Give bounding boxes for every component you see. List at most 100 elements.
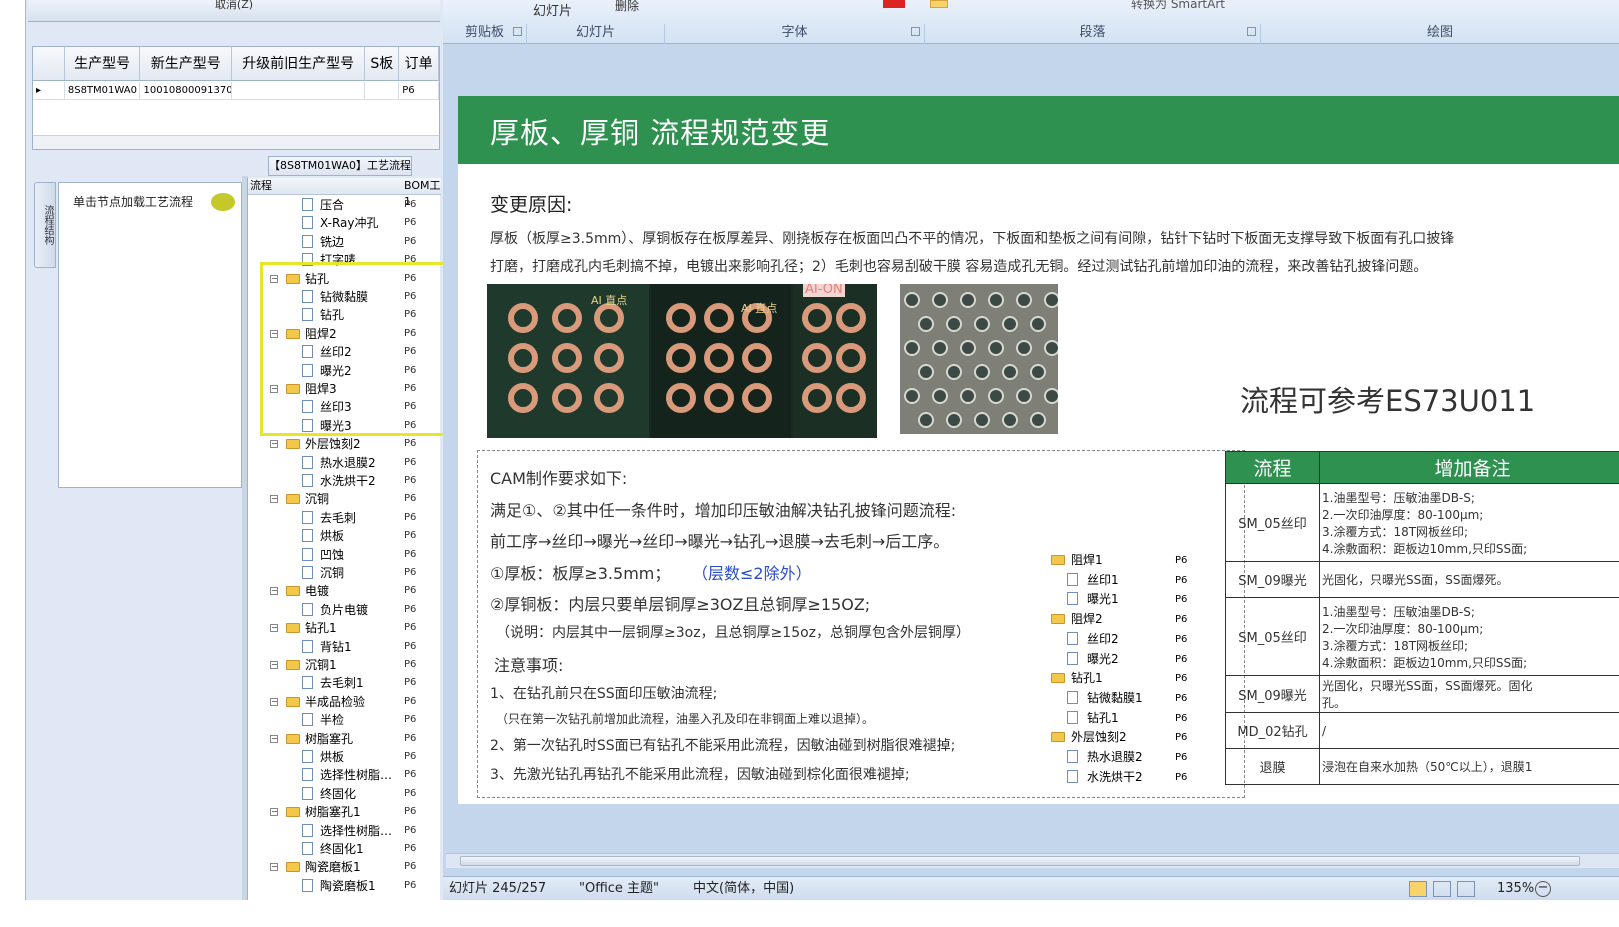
cam-line[interactable]: （说明：内层其中一层铜厚≥3oz，且总铜厚≥15oz，总铜厚包含外层铜厚） xyxy=(496,622,970,642)
tree-item[interactable]: 压合 P6 xyxy=(248,196,441,214)
tree-item[interactable]: − 沉铜1 P6 xyxy=(248,656,441,674)
collapse-toggle-icon[interactable]: − xyxy=(270,495,278,504)
table-row[interactable]: SM_09曝光 光固化，只曝光SS面，SS面爆死。 xyxy=(1225,561,1619,598)
tree-item[interactable]: 烘板 P6 xyxy=(248,527,441,545)
tree-item[interactable]: − 半成品检验 P6 xyxy=(248,693,441,711)
reason-text-line[interactable]: 打磨，打磨成孔内毛刺搞不掉，电镀出来影响孔径；2）毛刺也容易刮破干膜 容易造成孔… xyxy=(490,256,1427,276)
collapse-toggle-icon[interactable]: − xyxy=(270,734,278,743)
theme-name[interactable]: "Office 主题" xyxy=(579,878,659,900)
tree-item[interactable]: 烘板 P6 xyxy=(248,748,441,766)
note-line[interactable]: （只在第一次钻孔前增加此流程，油墨入孔及印在非铜面上难以退掉）。 xyxy=(496,710,874,727)
notes-title[interactable]: 注意事项: xyxy=(494,652,563,676)
tree-item[interactable]: − 电镀 P6 xyxy=(248,582,441,600)
scrollbar-thumb[interactable] xyxy=(460,856,1580,866)
tree-item[interactable]: 半检 P6 xyxy=(248,711,441,729)
table-row[interactable]: SM_05丝印 1.油墨型号：压敏油墨DB-S; 2.一次印油厚度：80-100µm… xyxy=(1225,597,1619,676)
slide-canvas[interactable]: 厚板、厚铜 流程规范变更 变更原因: 厚板（板厚≥3.5mm）、厚铜板存在板厚差… xyxy=(458,96,1619,804)
language-indicator[interactable]: 中文(简体，中国) xyxy=(693,878,794,900)
font-color-icon[interactable] xyxy=(883,0,905,8)
collapse-toggle-icon[interactable]: − xyxy=(270,624,278,633)
document-icon xyxy=(302,547,313,561)
table-row[interactable]: MD_02钻孔 / xyxy=(1225,712,1619,749)
mini-tree-item: 阻焊2 P6 xyxy=(1033,610,1208,630)
dialog-launcher-icon[interactable] xyxy=(513,27,522,36)
mini-process-tree-image[interactable]: 阻焊1 P6 丝印1 P6 曝光1 P6 阻焊2 P6 丝印2 P6 曝光2 P6 钻孔1 P6 钻微黏膜1… xyxy=(1033,551,1203,793)
convert-smartart-button[interactable]: 转换为 SmartArt xyxy=(1131,0,1225,12)
delete-slide-button[interactable]: 删除 xyxy=(615,0,639,14)
note-line[interactable]: 2、第一次钻孔时SS面已有钻孔不能采用此流程，因敏油碰到树脂很难褪掉; xyxy=(490,735,955,755)
collapse-toggle-icon[interactable]: − xyxy=(270,808,278,817)
drill-hole-photo[interactable]: AI 直点 AI 直点 AI-ON xyxy=(487,284,877,438)
cam-line[interactable]: ①厚板：板厚≥3.5mm； xyxy=(490,560,670,584)
node-hint-text: 单击节点加载工艺流程 xyxy=(73,195,194,209)
collapse-toggle-icon[interactable]: − xyxy=(270,440,278,449)
tree-item[interactable]: 铣边 P6 xyxy=(248,233,441,251)
tree-item[interactable]: 热水退膜2 P6 xyxy=(248,454,441,472)
tree-header-flow[interactable]: 流程 xyxy=(250,178,272,194)
note-line: 2.一次印油厚度：80-100µm; xyxy=(1322,621,1484,636)
tree-item[interactable]: − 沉铜 P6 xyxy=(248,490,441,508)
table-row[interactable]: 退膜 浸泡在自来水加热（50℃以上），退膜1 xyxy=(1225,748,1619,785)
new-slide-button[interactable]: 幻灯片 xyxy=(533,0,572,19)
slide-sorter-icon[interactable] xyxy=(1433,881,1451,897)
tree-item[interactable]: 水洗烘干2 P6 xyxy=(248,472,441,490)
tree-item[interactable]: 去毛刺1 P6 xyxy=(248,674,441,692)
collapse-toggle-icon[interactable]: − xyxy=(270,863,278,872)
normal-view-icon[interactable] xyxy=(1409,881,1427,897)
tree-item[interactable]: − 外层蚀刻2 P6 xyxy=(248,435,441,453)
zoom-out-icon[interactable]: − xyxy=(1535,881,1551,897)
tree-item[interactable]: 终固化 P6 xyxy=(248,785,441,803)
collapse-toggle-icon[interactable]: − xyxy=(270,697,278,706)
tree-item[interactable]: 沉铜 P6 xyxy=(248,564,441,582)
cam-line[interactable]: 满足①、②其中任一条件时，增加印压敏油解决钻孔披锋问题流程: xyxy=(490,497,956,521)
table-row[interactable]: SM_09曝光 光固化，只曝光SS面，SS面爆死。固化 孔。 xyxy=(1225,675,1619,713)
tree-item[interactable]: − 树脂塞孔1 P6 xyxy=(248,803,441,821)
tab-process-flow[interactable]: 【8S8TM01WA0】工艺流程 xyxy=(268,156,412,176)
grid-column-header[interactable]: 新生产型号 xyxy=(140,47,233,80)
cam-line[interactable]: 前工序→丝印→曝光→丝印→曝光→钻孔→退膜→去毛刺→后工序。 xyxy=(490,528,949,552)
collapse-toggle-icon[interactable]: − xyxy=(270,661,278,669)
table-row[interactable]: SM_05丝印 1.油墨型号：压敏油墨DB-S; 2.一次印油厚度：80-100µm… xyxy=(1225,483,1619,562)
tree-item[interactable]: − 陶瓷磨板1 P6 xyxy=(248,858,441,876)
reason-text-line[interactable]: 厚板（板厚≥3.5mm）、厚铜板存在板厚差异、刚挠板存在板面凹凸不平的情况，下板… xyxy=(490,228,1454,248)
drilled-panel-photo[interactable] xyxy=(900,284,1058,434)
tree-item[interactable]: 去毛刺 P6 xyxy=(248,509,441,527)
grid-column-header[interactable]: S板 xyxy=(365,47,400,80)
slide-title[interactable]: 厚板、厚铜 流程规范变更 xyxy=(490,110,830,152)
grid-column-header[interactable]: 升级前旧生产型号 xyxy=(232,47,366,80)
tree-item[interactable]: X-Ray冲孔 P6 xyxy=(248,214,441,232)
grid-horizontal-scrollbar[interactable] xyxy=(33,135,439,149)
table-row[interactable]: ▸ 8S8TM01WA0 10010800091370 P6 xyxy=(33,82,440,100)
cancel-button[interactable]: 取消(Z) xyxy=(28,0,440,22)
grid-column-header[interactable]: 订单 xyxy=(399,47,439,80)
dialog-launcher-icon[interactable] xyxy=(1247,27,1256,36)
process-notes-table[interactable]: 流程 增加备注 SM_05丝印 1.油墨型号：压敏油墨DB-S; 2.一次印油厚度：… xyxy=(1225,451,1619,785)
tree-item[interactable]: 负片电镀 P6 xyxy=(248,601,441,619)
tree-item[interactable]: − 树脂塞孔 P6 xyxy=(248,730,441,748)
slideshow-icon[interactable] xyxy=(1457,881,1475,897)
zoom-level[interactable]: 135% xyxy=(1497,878,1534,900)
panel-hole xyxy=(1016,340,1032,356)
align-left-icon[interactable] xyxy=(930,0,948,8)
tab-flow-structure[interactable]: 流程结构 xyxy=(34,182,56,268)
tree-item[interactable]: 终固化1 P6 xyxy=(248,840,441,858)
tree-item[interactable]: 选择性树脂… P6 xyxy=(248,822,441,840)
tree-item[interactable]: 陶瓷磨板1 P6 xyxy=(248,877,441,895)
note-line[interactable]: 1、在钻孔前只在SS面印压敏油流程; xyxy=(490,683,717,703)
speech-bubble-icon[interactable] xyxy=(211,193,235,211)
tree-item[interactable]: 选择性树脂… P6 xyxy=(248,766,441,784)
grid-column-header[interactable]: 生产型号 xyxy=(65,47,141,80)
reason-heading[interactable]: 变更原因: xyxy=(490,190,572,217)
tree-item-label: 陶瓷磨板1 xyxy=(320,878,376,893)
note-line[interactable]: 3、先激光钻孔再钻孔不能采用此流程，因敏油碰到棕化面很难褪掉; xyxy=(490,764,910,784)
cam-title[interactable]: CAM制作要求如下: xyxy=(490,465,627,489)
slide-horizontal-scrollbar[interactable] xyxy=(446,853,1619,868)
tree-item[interactable]: 背钻1 P6 xyxy=(248,638,441,656)
cam-line-note[interactable]: （层数≤2除外） xyxy=(692,560,812,584)
reference-text[interactable]: 流程可参考ES73U011 xyxy=(1240,378,1535,420)
cam-line[interactable]: ②厚铜板：内层只要单层铜厚≥3OZ且总铜厚≥15OZ; xyxy=(490,591,870,615)
tree-item[interactable]: − 钻孔1 P6 xyxy=(248,619,441,637)
dialog-launcher-icon[interactable] xyxy=(911,27,920,36)
tree-item[interactable]: 凹蚀 P6 xyxy=(248,546,441,564)
collapse-toggle-icon[interactable]: − xyxy=(270,587,278,596)
